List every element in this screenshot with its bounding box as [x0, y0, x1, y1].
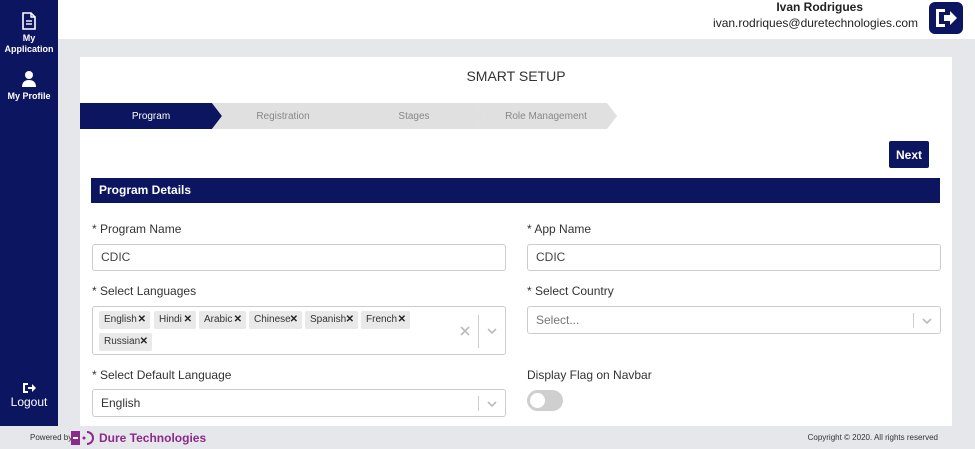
toggle-knob: [530, 393, 545, 408]
logout-button[interactable]: [929, 2, 963, 34]
sidebar-item-label: Application: [4, 44, 54, 54]
app-name-input[interactable]: CDIC: [527, 244, 941, 271]
language-chip: Spanish ✕: [305, 311, 358, 329]
chip-label: English: [104, 314, 137, 325]
language-chip: Hindi ✕: [154, 311, 196, 329]
country-placeholder: Select...: [536, 313, 580, 327]
footer: Powered by Dure Technologies Copyright ©…: [0, 426, 975, 449]
language-chip: French ✕: [361, 311, 410, 329]
sidebar-item-label: My Profile: [7, 91, 51, 101]
chip-label: Hindi: [159, 314, 182, 325]
remove-icon[interactable]: ✕: [346, 311, 354, 329]
clear-icon[interactable]: [460, 326, 470, 336]
chip-label: Chinese: [254, 314, 291, 325]
divider: [913, 313, 914, 328]
languages-select[interactable]: English ✕ Hindi ✕ Arabic ✕ Chinese ✕ Spanish…: [92, 306, 506, 355]
step-registration[interactable]: Registration: [212, 103, 354, 129]
step-label: Stages: [398, 110, 430, 122]
remove-icon[interactable]: ✕: [290, 311, 298, 329]
chip-label: Russian: [104, 336, 141, 347]
default-language-label: * Select Default Language: [92, 368, 232, 382]
sidebar-item-label: My: [22, 33, 36, 43]
dure-logo-icon: [71, 430, 94, 445]
app-name-label: * App Name: [527, 222, 592, 236]
step-label: Role Management: [505, 110, 587, 122]
logout-icon: [936, 9, 957, 27]
language-chip: Chinese ✕: [249, 311, 302, 329]
copyright: Copyright © 2020. All rights reserved: [807, 433, 938, 442]
step-label: Registration: [256, 110, 310, 122]
top-bar: Ivan Rodrigues ivan.rodriques@duretechno…: [58, 0, 975, 39]
program-name-label: * Program Name: [92, 222, 182, 236]
setup-card: SMART SETUP Program Registration Stages …: [80, 57, 952, 426]
logout-icon: [23, 383, 36, 393]
language-chip: Russian ✕: [99, 333, 152, 351]
chip-label: Arabic: [204, 314, 233, 325]
chip-label: French: [366, 314, 398, 325]
country-select[interactable]: Select...: [527, 306, 941, 334]
sidebar: My Application My Profile Logout: [0, 0, 58, 426]
powered-by: Powered by: [30, 433, 73, 442]
divider: [478, 396, 479, 411]
default-language-select[interactable]: English: [92, 389, 506, 417]
language-chip: English ✕: [99, 311, 150, 329]
program-name-input[interactable]: CDIC: [92, 244, 506, 271]
step-role-management[interactable]: Role Management: [475, 103, 617, 129]
user-email: ivan.rodriques@duretechnologies.com: [713, 16, 918, 30]
chevron-down-icon[interactable]: [487, 401, 497, 408]
remove-icon[interactable]: ✕: [184, 311, 192, 329]
logout-label: Logout: [10, 395, 48, 409]
chevron-down-icon[interactable]: [487, 328, 497, 335]
chip-label: Spanish: [310, 314, 347, 325]
remove-icon[interactable]: ✕: [234, 311, 242, 329]
remove-icon[interactable]: ✕: [140, 333, 148, 351]
user-icon: [22, 71, 36, 87]
display-flag-toggle[interactable]: [527, 390, 563, 411]
step-program[interactable]: Program: [80, 103, 222, 129]
default-language-value: English: [101, 396, 141, 410]
chevron-down-icon[interactable]: [922, 318, 932, 325]
languages-label: * Select Languages: [92, 284, 197, 298]
brand-name: Dure Technologies: [99, 430, 207, 445]
user-name: Ivan Rodrigues: [776, 0, 863, 14]
language-chip: Arabic ✕: [199, 311, 246, 329]
display-flag-label: Display Flag on Navbar: [527, 368, 652, 382]
next-button[interactable]: Next: [889, 141, 929, 168]
sidebar-item-my-profile[interactable]: My Profile: [0, 70, 58, 102]
divider: [478, 315, 479, 348]
step-label: Program: [131, 110, 171, 122]
page-title: SMART SETUP: [466, 68, 566, 84]
document-icon: [22, 12, 36, 30]
stepper: Program Registration Stages Role Managem…: [80, 103, 620, 129]
country-label: * Select Country: [527, 284, 614, 298]
step-stages[interactable]: Stages: [343, 103, 485, 129]
section-header: Program Details: [91, 178, 940, 203]
sidebar-logout[interactable]: Logout: [0, 382, 58, 408]
sidebar-item-my-application[interactable]: My Application: [0, 12, 58, 55]
brand-logo: Dure Technologies: [71, 429, 206, 446]
remove-icon[interactable]: ✕: [138, 311, 146, 329]
remove-icon[interactable]: ✕: [398, 311, 406, 329]
